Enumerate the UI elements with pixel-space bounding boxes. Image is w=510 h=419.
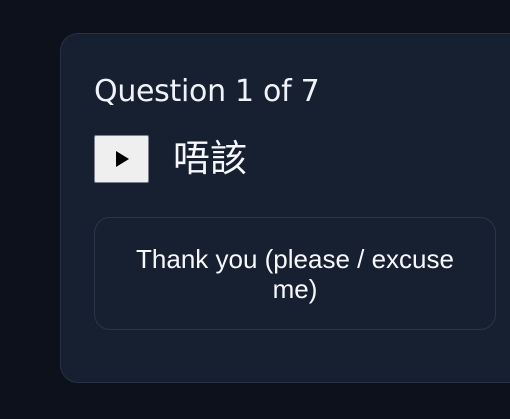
quiz-page: Question 1 of 7 唔該 Thank you (please / e… (0, 0, 510, 419)
play-icon (115, 151, 129, 167)
question-counter: Question 1 of 7 (94, 74, 320, 109)
answer-option-label: Thank you (please / excuse me) (136, 243, 454, 304)
play-audio-button[interactable] (94, 135, 149, 183)
answer-option[interactable]: Thank you (please / excuse me) (94, 217, 496, 330)
question-card: Question 1 of 7 唔該 Thank you (please / e… (60, 33, 510, 383)
question-term: 唔該 (173, 137, 247, 180)
